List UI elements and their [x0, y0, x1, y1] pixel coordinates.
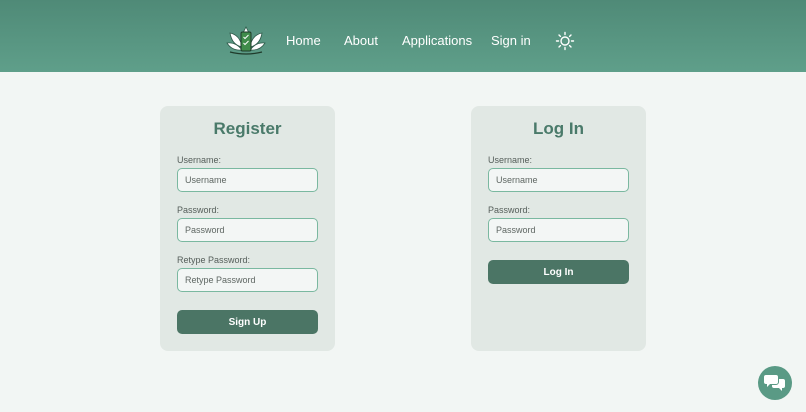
register-retype-password-label: Retype Password: [177, 255, 251, 265]
login-title: Log In [533, 119, 584, 138]
login-card: Log In Username: Password: Log In [471, 106, 646, 351]
nav-about-link[interactable]: About [344, 32, 378, 50]
lotus-logo-icon[interactable] [226, 23, 266, 55]
sun-icon[interactable] [555, 31, 575, 51]
login-password-input[interactable] [488, 218, 629, 242]
register-username-label: Username: [177, 155, 222, 165]
nav-home-link[interactable]: Home [286, 32, 321, 50]
nav-sign-in-link[interactable]: Sign in [491, 32, 531, 50]
register-password-label: Password: [177, 205, 220, 215]
register-title: Register [213, 119, 282, 138]
register-retype-password-input[interactable] [177, 268, 318, 292]
top-navbar: Home About Applications Sign in [0, 0, 806, 72]
login-username-label: Username: [488, 155, 533, 165]
log-in-button[interactable]: Log In [488, 260, 629, 284]
sign-up-button[interactable]: Sign Up [177, 310, 318, 334]
nav-applications-link[interactable]: Applications [402, 32, 472, 50]
chat-bubbles-icon [764, 375, 785, 391]
login-username-input[interactable] [488, 168, 629, 192]
register-card: Register Username: Password: Retype Pass… [160, 106, 335, 351]
chat-button[interactable] [758, 366, 792, 400]
login-password-label: Password: [488, 205, 531, 215]
register-password-input[interactable] [177, 218, 318, 242]
register-username-input[interactable] [177, 168, 318, 192]
